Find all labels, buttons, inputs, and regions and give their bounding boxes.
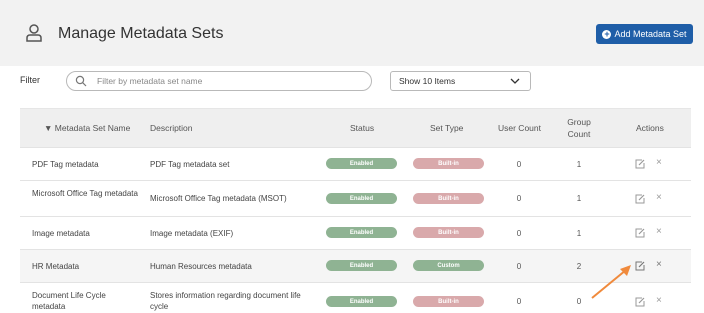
- table-header: ▼ Metadata Set Name Description Status S…: [20, 109, 691, 147]
- add-metadata-set-button[interactable]: + Add Metadata Set: [596, 24, 693, 44]
- row-description: Microsoft Office Tag metadata (MSOT): [150, 194, 287, 203]
- add-metadata-set-label: Add Metadata Set: [614, 29, 687, 39]
- group-count: 1: [576, 229, 582, 238]
- row-name: PDF Tag metadata: [32, 160, 99, 169]
- group-count: 0: [576, 297, 582, 306]
- annotation-arrow-icon: [591, 265, 631, 299]
- row-name: Microsoft Office Tag metadata: [32, 189, 138, 198]
- user-count: 0: [516, 194, 522, 203]
- row-description: Stores information regarding document li…: [150, 291, 301, 311]
- set-type-badge: Built-in: [413, 193, 484, 204]
- page-title: Manage Metadata Sets: [58, 25, 224, 42]
- table-row: PDF Tag metadata PDF Tag metadata set En…: [20, 147, 691, 180]
- column-header-description: Description: [150, 123, 193, 133]
- status-badge: Enabled: [326, 227, 397, 238]
- close-icon[interactable]: ×: [656, 260, 662, 270]
- user-count: 0: [516, 160, 522, 169]
- edit-icon[interactable]: [635, 159, 645, 169]
- column-header-user-count: User Count: [498, 123, 541, 133]
- status-badge: Enabled: [326, 296, 397, 307]
- table-row: Microsoft Office Tag metadata Microsoft …: [20, 180, 691, 216]
- search-input[interactable]: Filter by metadata set name: [66, 71, 372, 91]
- row-description: Image metadata (EXIF): [150, 229, 234, 238]
- page-header: Manage Metadata Sets + Add Metadata Set: [0, 0, 704, 66]
- row-description: PDF Tag metadata set: [150, 160, 230, 169]
- set-type-badge: Built-in: [413, 296, 484, 307]
- row-description: Human Resources metadata: [150, 262, 252, 271]
- group-count: 2: [576, 262, 582, 271]
- row-name: Document Life Cycle metadata: [32, 291, 106, 311]
- page-size-value: Show 10 Items: [399, 76, 456, 86]
- status-badge: Enabled: [326, 158, 397, 169]
- close-icon[interactable]: ×: [656, 193, 662, 203]
- chevron-down-icon: [510, 78, 520, 84]
- edit-icon[interactable]: [635, 228, 645, 238]
- table-row: Image metadata Image metadata (EXIF) Ena…: [20, 216, 691, 249]
- set-type-badge: Custom: [413, 260, 484, 271]
- group-count: 1: [576, 194, 582, 203]
- plus-icon: +: [602, 28, 612, 39]
- user-icon: [26, 24, 42, 42]
- column-header-name[interactable]: ▼ Metadata Set Name: [44, 123, 130, 133]
- user-count: 0: [516, 262, 522, 271]
- column-header-set-type: Set Type: [430, 123, 464, 133]
- set-type-badge: Built-in: [413, 227, 484, 238]
- group-count-header-line2: Count: [567, 129, 591, 139]
- column-header-status: Status: [350, 123, 375, 133]
- close-icon[interactable]: ×: [656, 227, 662, 237]
- column-header-group-count: Group Count: [554, 116, 604, 140]
- column-header-actions: Actions: [636, 123, 664, 133]
- filter-label: Filter: [20, 75, 40, 85]
- row-name: HR Metadata: [32, 262, 80, 271]
- row-name: Image metadata: [32, 229, 90, 238]
- search-placeholder: Filter by metadata set name: [97, 76, 203, 86]
- close-icon[interactable]: ×: [656, 158, 662, 168]
- edit-icon[interactable]: [635, 297, 645, 307]
- status-badge: Enabled: [326, 260, 397, 271]
- user-count: 0: [516, 229, 522, 238]
- set-type-badge: Built-in: [413, 158, 484, 169]
- status-badge: Enabled: [326, 193, 397, 204]
- page-size-select[interactable]: Show 10 Items: [390, 71, 531, 91]
- search-icon: [75, 75, 87, 87]
- group-count: 1: [576, 160, 582, 169]
- group-count-header-line1: Group: [567, 117, 591, 127]
- user-count: 0: [516, 297, 522, 306]
- edit-icon[interactable]: [635, 261, 645, 271]
- edit-icon[interactable]: [635, 194, 645, 204]
- close-icon[interactable]: ×: [656, 296, 662, 306]
